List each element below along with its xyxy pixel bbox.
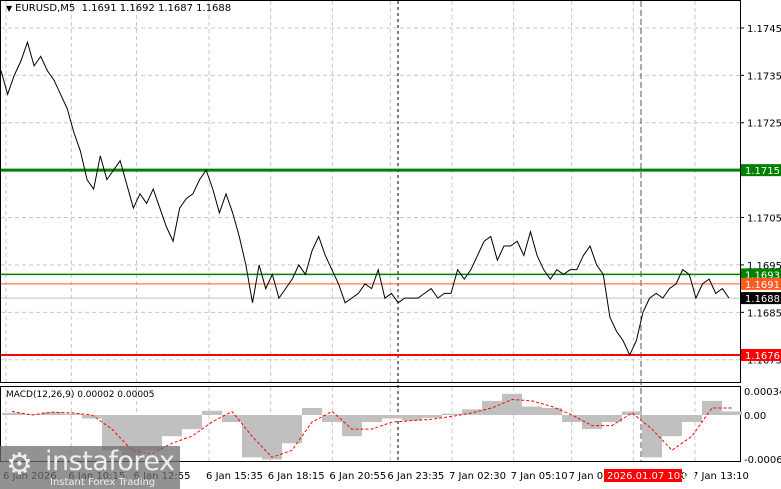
time-axis-label: 7 Jan 05:10: [511, 471, 568, 482]
time-axis-label: 6 Jan 15:35: [206, 471, 263, 482]
time-axis-label: 6 Jan 20:55: [329, 471, 386, 482]
price-axis-label: 1.1725: [747, 119, 781, 130]
macd-histogram-bar: [502, 393, 522, 415]
price-chart[interactable]: 6 Jan 20266 Jan 10:156 Jan 12:556 Jan 15…: [0, 0, 781, 489]
level-price-label: 1.1688: [745, 294, 780, 305]
time-axis-label: 7 Jan 02:30: [449, 471, 506, 482]
crosshair-time-label: 2026.01.07 10:25: [607, 471, 696, 482]
watermark-brand: instaforex: [45, 446, 175, 477]
ohlc-values: 1.1691 1.1692 1.1687 1.1688: [81, 3, 232, 14]
macd-axis-label: -0.00063: [744, 455, 781, 466]
macd-histogram-bar: [682, 415, 702, 423]
instaforex-watermark: ⚙ instaforex Instant Forex Trading: [0, 446, 180, 489]
macd-histogram-bar: [722, 411, 742, 415]
macd-histogram-bar: [262, 415, 282, 460]
price-axis-label: 1.1735: [747, 71, 781, 82]
macd-label: MACD(12,26,9) 0.00002 0.00005: [6, 390, 155, 400]
price-axis-label: 1.1685: [747, 308, 781, 319]
gear-logo-icon: ⚙: [6, 447, 33, 482]
macd-histogram-bar: [322, 415, 342, 423]
level-price-label: 1.1676: [745, 351, 780, 362]
chart-title: ▼ EURUSD,M5 1.1691 1.1692 1.1687 1.1688: [6, 3, 231, 14]
macd-histogram-bar: [282, 415, 302, 444]
dropdown-triangle-icon[interactable]: ▼: [6, 4, 12, 13]
macd-histogram-bar: [362, 415, 382, 423]
price-axis-label: 1.1745: [747, 24, 781, 35]
time-axis-label: 6 Jan 23:35: [387, 471, 444, 482]
price-line: [0, 40, 730, 357]
macd-histogram-bar: [342, 415, 362, 437]
macd-histogram-bar: [222, 415, 242, 423]
watermark-tagline: Instant Forex Trading: [50, 477, 156, 488]
macd-axis-label: 0.00034: [744, 387, 781, 398]
macd-histogram-bar: [622, 411, 642, 415]
level-price-label: 1.1715: [745, 166, 780, 177]
time-axis-label: 6 Jan 18:15: [268, 471, 325, 482]
price-axis-label: 1.1705: [747, 214, 781, 225]
chart-window[interactable]: 6 Jan 20266 Jan 10:156 Jan 12:556 Jan 15…: [0, 0, 781, 489]
macd-histogram-bar: [542, 407, 562, 415]
main-frame: [0, 0, 741, 383]
macd-histogram-bar: [102, 415, 122, 451]
macd-histogram-bar: [522, 406, 542, 415]
macd-histogram-bar: [142, 415, 162, 451]
macd-histogram-bar: [202, 410, 222, 415]
macd-histogram-bar: [402, 415, 422, 421]
macd-histogram-bar: [302, 407, 322, 415]
macd-histogram-bar: [382, 415, 402, 419]
macd-histogram-bar: [482, 400, 502, 415]
macd-histogram-bar: [422, 415, 442, 418]
macd-histogram-bar: [182, 415, 202, 430]
macd-histogram-bar: [602, 415, 622, 423]
level-price-label: 1.1691: [745, 280, 780, 291]
macd-histogram-bar: [162, 415, 182, 437]
macd-histogram-bar: [582, 415, 602, 430]
macd-histogram-bar: [662, 415, 682, 437]
symbol-label: EURUSD,M5: [15, 3, 76, 14]
macd-axis-label: 0.00: [744, 411, 766, 422]
time-axis-label: 7 Jan 13:10: [692, 471, 749, 482]
